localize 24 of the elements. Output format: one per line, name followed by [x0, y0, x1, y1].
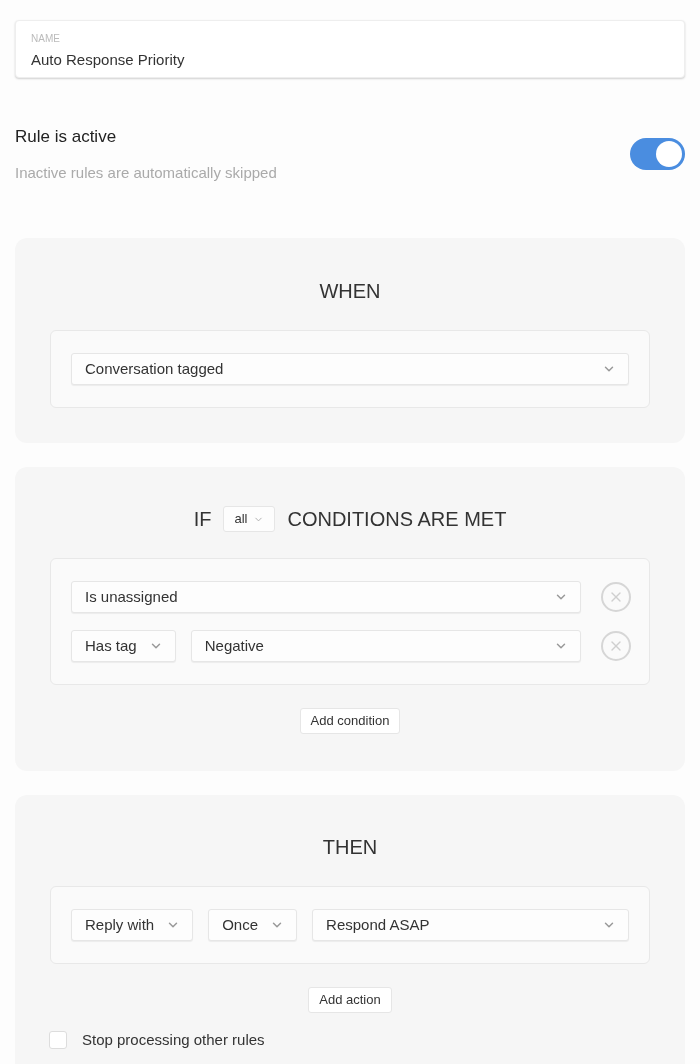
dropdown-select[interactable]: Respond ASAP [312, 909, 629, 941]
setting-description: Inactive rules are automatically skipped [15, 162, 277, 183]
remove-button[interactable] [601, 631, 631, 661]
section-title: CONDITIONS ARE MET [287, 507, 507, 532]
setting-title: Rule is active [15, 126, 118, 148]
field-value: Auto Response Priority [31, 50, 186, 70]
dropdown-select[interactable]: Is unassigned [71, 581, 581, 613]
checkbox[interactable] [49, 1031, 67, 1050]
add-condition-button[interactable]: Add condition [299, 708, 401, 734]
dropdown-select[interactable]: Reply with [71, 909, 194, 941]
name-field[interactable]: NAME Auto Response Priority [15, 20, 685, 78]
section-title: THEN [321, 835, 379, 860]
field-label: NAME [31, 33, 61, 45]
dropdown-select[interactable]: Conversation tagged [71, 353, 629, 385]
checkbox-label: Stop processing other rules [82, 1030, 265, 1050]
section-title: IF [193, 507, 212, 532]
add-action-button[interactable]: Add action [308, 987, 392, 1013]
dropdown-select[interactable]: Has tag [71, 630, 176, 662]
remove-button[interactable] [601, 582, 631, 612]
dropdown-select[interactable]: Negative [190, 630, 581, 662]
match-select[interactable]: all [223, 506, 276, 532]
toggle-switch[interactable] [630, 138, 685, 170]
section-title: WHEN [318, 279, 382, 304]
dropdown-select[interactable]: Once [208, 909, 298, 941]
